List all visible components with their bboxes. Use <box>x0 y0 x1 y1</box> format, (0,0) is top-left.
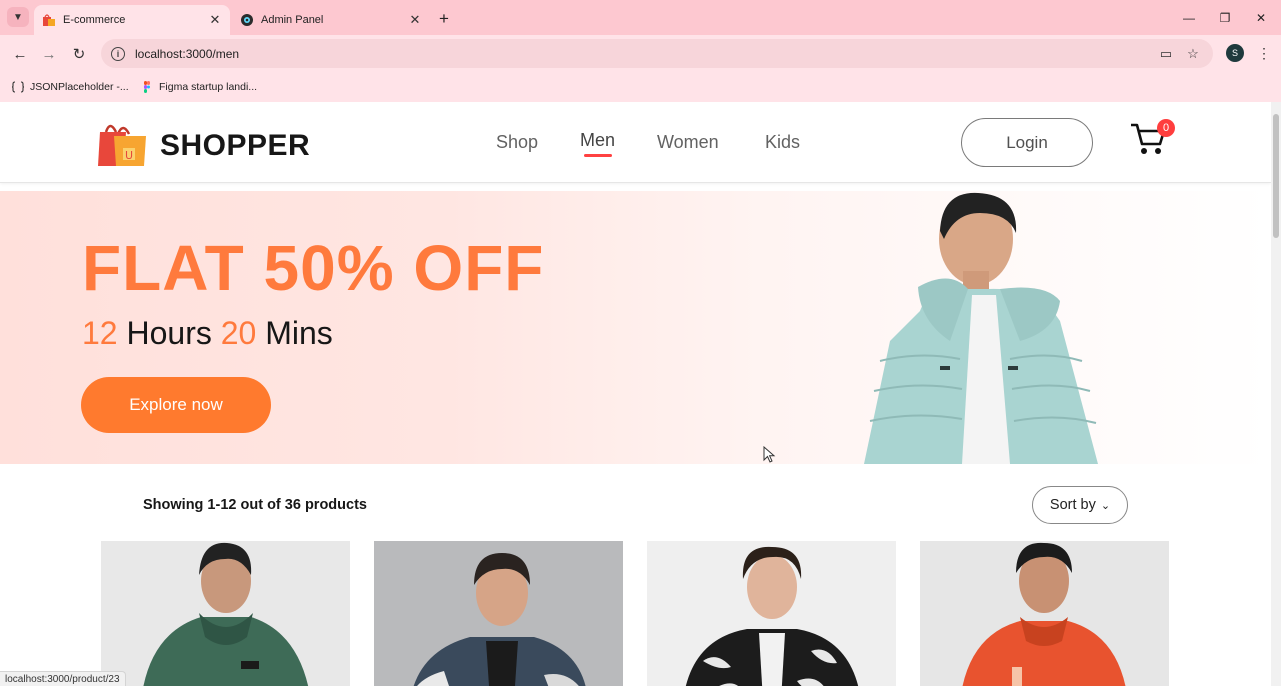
install-icon[interactable]: ▭ <box>1157 45 1175 63</box>
shopping-bag-logo: U <box>96 118 148 173</box>
product-card-image[interactable] <box>647 541 896 686</box>
nav-men[interactable]: Men <box>580 130 615 151</box>
tab-search-button[interactable]: ▼ <box>7 7 29 27</box>
restore-button[interactable]: ❐ <box>1210 8 1240 28</box>
hero-banner: FLAT 50% OFF 12 Hours 20 Mins Explore no… <box>0 191 1271 464</box>
page-viewport: U SHOPPER Shop Men Women Kids Login 0 FL… <box>0 102 1271 686</box>
banner-headline: FLAT 50% OFF <box>82 232 545 304</box>
url-text[interactable]: localhost:3000/men <box>135 47 239 61</box>
tab-admin-panel[interactable]: Admin Panel ✕ <box>232 5 430 35</box>
product-card-image[interactable] <box>374 541 623 686</box>
nav-kids[interactable]: Kids <box>765 132 800 153</box>
minimize-button[interactable]: — <box>1174 8 1204 28</box>
browser-chrome: ▼ E-commerce ✕ Admin Panel ✕ + — ❐ ✕ ← →… <box>0 0 1281 102</box>
link-status-bar: localhost:3000/product/23 <box>0 671 126 686</box>
results-count: Showing 1-12 out of 36 products <box>143 497 367 513</box>
tab-strip: ▼ E-commerce ✕ Admin Panel ✕ + — ❐ ✕ <box>0 0 1281 35</box>
close-icon[interactable]: ✕ <box>206 11 224 29</box>
active-nav-underline <box>584 154 612 157</box>
sort-dropdown[interactable]: Sort by ⌄ <box>1032 486 1128 524</box>
site-navbar: U SHOPPER Shop Men Women Kids Login 0 <box>0 102 1271 183</box>
star-icon[interactable]: ☆ <box>1184 45 1202 63</box>
tab-title: Admin Panel <box>261 14 324 26</box>
svg-text:U: U <box>125 149 133 162</box>
tab-title: E-commerce <box>63 14 126 26</box>
info-icon[interactable]: i <box>111 46 125 61</box>
product-card-image[interactable] <box>920 541 1169 686</box>
results-total: out of 36 products <box>240 497 367 513</box>
reload-icon[interactable]: ↻ <box>67 42 91 66</box>
close-icon[interactable]: ✕ <box>406 11 424 29</box>
brand-logo[interactable]: U SHOPPER <box>96 118 310 173</box>
new-tab-button[interactable]: + <box>434 9 454 29</box>
forward-icon[interactable]: → <box>37 42 61 66</box>
cart-count-badge: 0 <box>1157 119 1175 137</box>
bookmark-jsonplaceholder[interactable]: JSONPlaceholder -... <box>11 79 129 95</box>
page-scrollbar[interactable] <box>1271 102 1281 686</box>
bookmarks-bar: JSONPlaceholder -... Figma startup landi… <box>0 72 1281 102</box>
jsonplaceholder-favicon <box>11 81 25 93</box>
chevron-down-icon: ⌄ <box>1100 499 1111 512</box>
mins-label: Mins <box>265 315 333 351</box>
bookmark-figma[interactable]: Figma startup landi... <box>141 79 257 95</box>
nav-women[interactable]: Women <box>657 132 719 153</box>
banner-timer: 12 Hours 20 Mins <box>82 315 333 352</box>
browser-toolbar: ← → ↻ i localhost:3000/men ▭ ☆ S ⋮ <box>0 35 1281 72</box>
close-window-button[interactable]: ✕ <box>1246 8 1276 28</box>
sort-label: Sort by <box>1049 497 1096 513</box>
address-bar[interactable]: i localhost:3000/men ▭ ☆ <box>101 39 1213 68</box>
hero-model-image <box>864 192 1098 464</box>
mins-value: 20 <box>220 315 257 351</box>
mouse-cursor-icon <box>763 446 776 463</box>
scrollbar-thumb[interactable] <box>1273 114 1279 238</box>
admin-panel-favicon <box>240 13 254 27</box>
more-icon[interactable]: ⋮ <box>1257 43 1271 63</box>
e-commerce-favicon <box>42 13 56 27</box>
profile-avatar[interactable]: S <box>1226 44 1244 62</box>
product-card-image[interactable] <box>101 541 350 686</box>
explore-now-button[interactable]: Explore now <box>81 377 271 433</box>
bookmark-label: Figma startup landi... <box>159 81 258 93</box>
figma-favicon <box>141 81 153 93</box>
chevron-down-icon: ▼ <box>13 11 23 23</box>
login-button[interactable]: Login <box>961 118 1093 167</box>
results-range: Showing 1-12 <box>143 497 237 513</box>
nav-shop[interactable]: Shop <box>496 132 538 153</box>
hours-label: Hours <box>126 315 212 351</box>
tab-ecommerce[interactable]: E-commerce ✕ <box>34 5 230 35</box>
hours-value: 12 <box>82 315 118 351</box>
back-icon[interactable]: ← <box>8 42 32 66</box>
brand-name: SHOPPER <box>160 128 311 162</box>
bookmark-label: JSONPlaceholder -... <box>30 81 129 93</box>
